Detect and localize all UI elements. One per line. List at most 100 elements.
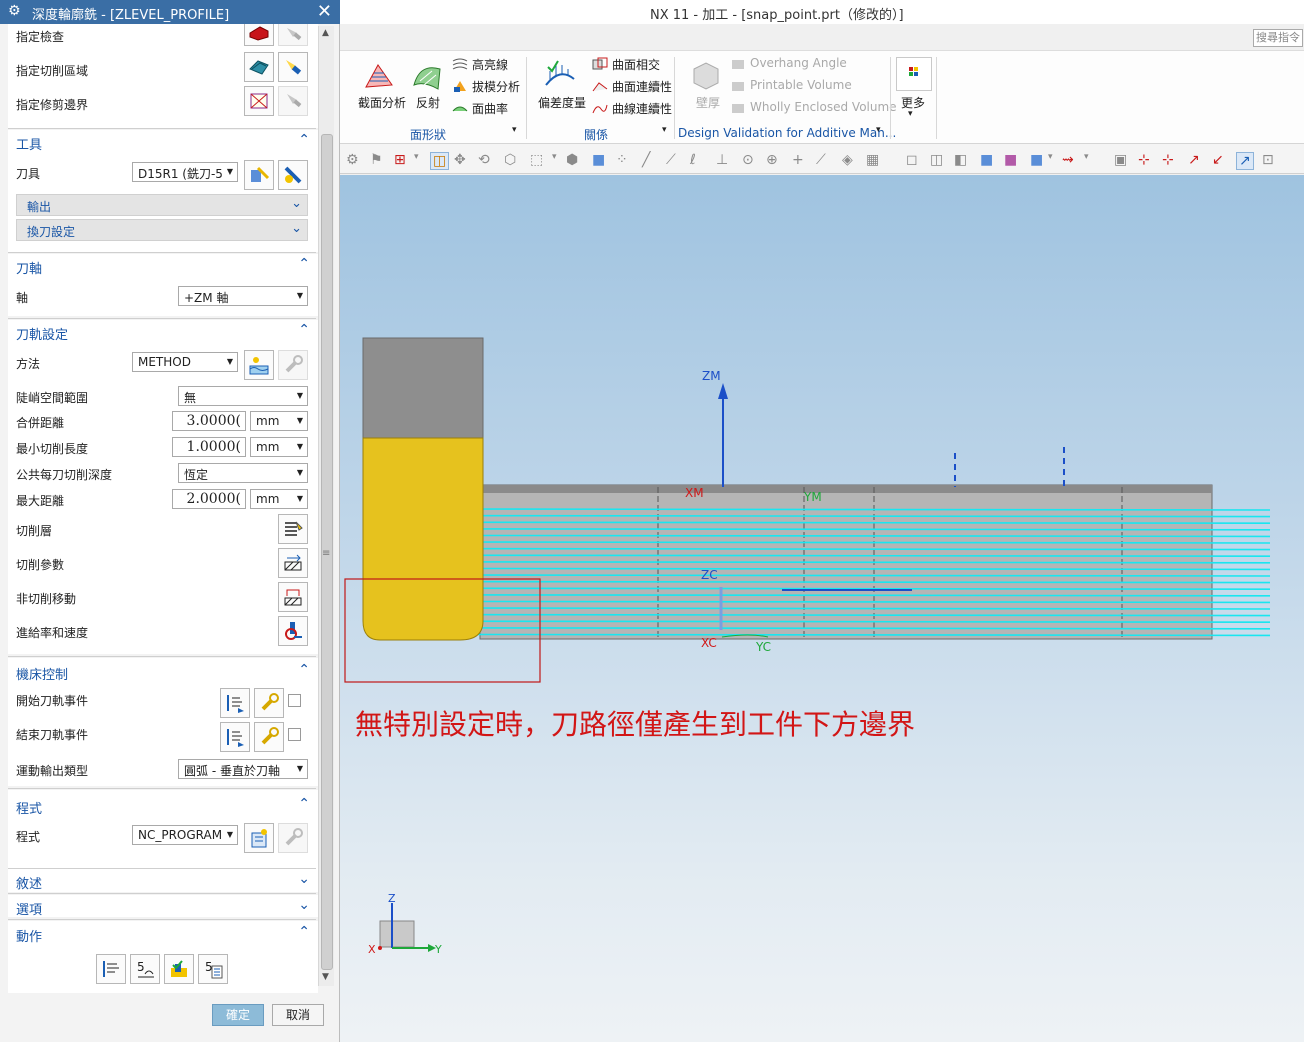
body-icon[interactable]: ■ <box>592 152 605 168</box>
view-front-icon[interactable]: ◻ <box>906 152 918 168</box>
motion-output-select[interactable]: 圓弧 - 垂直於刀軸 ▼ <box>178 759 308 779</box>
program-section-header[interactable]: 程式 ⌃ <box>8 795 316 817</box>
steep-range-select[interactable]: 無 ▼ <box>178 386 308 406</box>
method-select[interactable]: METHOD ▼ <box>132 352 238 372</box>
edit-method-button[interactable] <box>244 350 274 380</box>
tool-select[interactable]: D15R1 (銑刀-5 ▼ <box>132 162 238 182</box>
enclosed-volume-button[interactable]: Wholly Enclosed Volume <box>750 100 897 114</box>
reflection-button[interactable]: 反射 <box>416 94 440 111</box>
options-header[interactable]: 選項 ⌄ <box>8 896 316 918</box>
more-dropdown-icon[interactable]: ▾ <box>908 109 913 119</box>
rotate-icon[interactable]: ⟲ <box>478 152 490 168</box>
merge-unit-select[interactable]: mm ▼ <box>250 411 308 431</box>
description-header[interactable]: 敘述 ⌄ <box>8 870 316 892</box>
tool-change-subsection[interactable]: 換刀設定 ⌄ <box>16 219 308 241</box>
cut-depth-select[interactable]: 恆定 ▼ <box>178 463 308 483</box>
section-analysis-button[interactable]: 截面分析 <box>358 94 406 111</box>
filter-icon[interactable]: ⚑ <box>370 152 383 168</box>
printable-volume-button[interactable]: Printable Volume <box>750 78 852 92</box>
surface-intersection-button[interactable]: 曲面相交 <box>612 56 660 73</box>
grid-icon[interactable]: ▦ <box>866 152 879 168</box>
end-event-copy-button[interactable] <box>220 722 250 752</box>
end-event-checkbox[interactable] <box>288 728 301 741</box>
check-display-button[interactable] <box>278 24 308 46</box>
render-style-icon[interactable]: ■ <box>1030 152 1043 168</box>
points-icon[interactable]: ⁘ <box>616 152 628 168</box>
cut-area-display-button[interactable] <box>278 52 308 82</box>
start-event-edit-button[interactable] <box>254 688 284 718</box>
quadrant-icon[interactable]: ⊕ <box>766 152 778 168</box>
verify-button[interactable] <box>164 954 194 984</box>
more-button[interactable] <box>896 57 932 91</box>
scroll-down-icon[interactable]: ▼ <box>322 972 329 982</box>
dropdown-arrow-icon[interactable]: ▾ <box>414 152 419 162</box>
shaded-icon[interactable]: ■ <box>980 152 993 168</box>
end-event-edit-button[interactable] <box>254 722 284 752</box>
edit-tool-button[interactable] <box>244 160 274 190</box>
non-cut-moves-button[interactable] <box>278 582 308 612</box>
group-expand-icon[interactable]: ▾ <box>662 125 667 135</box>
layer-icon[interactable]: ▣ <box>1114 152 1127 168</box>
specify-trim-boundary-button[interactable] <box>244 86 274 116</box>
program-select[interactable]: NC_PROGRAM ▼ <box>132 825 238 845</box>
list-button[interactable]: 5 <box>198 954 228 984</box>
new-tool-button[interactable] <box>278 160 308 190</box>
draft-analysis-button[interactable]: 拔模分析 <box>472 78 520 95</box>
display-wcs-icon[interactable]: ↗ <box>1236 152 1254 170</box>
snap-icon[interactable]: ⚙ <box>346 152 359 168</box>
group-expand-icon[interactable]: ▾ <box>876 125 881 135</box>
orient-icon[interactable]: ⇝ <box>1062 152 1074 168</box>
specify-cut-area-button[interactable] <box>244 52 274 82</box>
curve-icon[interactable]: ℓ <box>690 152 696 168</box>
min-cut-unit-select[interactable]: mm ▼ <box>250 437 308 457</box>
box-select-icon[interactable]: ⬚ <box>530 152 543 168</box>
tool-section-header[interactable]: 工具 ⌃ <box>8 131 316 153</box>
command-search-input[interactable]: 搜尋指令 <box>1253 29 1303 47</box>
circle-center-icon[interactable]: ⊙ <box>742 152 754 168</box>
face-icon[interactable]: ◈ <box>842 152 853 168</box>
path-settings-header[interactable]: 刀軌設定 ⌃ <box>8 321 316 343</box>
group-expand-icon[interactable]: ▾ <box>512 125 517 135</box>
tool-body[interactable] <box>362 437 484 641</box>
surface-continuity-button[interactable]: 曲面連續性 <box>612 78 672 95</box>
hexagon-icon[interactable]: ⬡ <box>504 152 516 168</box>
axis-icon[interactable]: ⊥ <box>716 152 728 168</box>
replay-button[interactable]: 5 <box>130 954 160 984</box>
dropdown-arrow-icon[interactable]: ▾ <box>1048 152 1053 162</box>
thickness-button[interactable]: 壁厚 <box>696 94 720 111</box>
tool-holder[interactable] <box>362 337 484 439</box>
overhang-angle-button[interactable]: Overhang Angle <box>750 56 847 70</box>
edit-program-button[interactable] <box>244 823 274 853</box>
deviation-gauge-button[interactable]: 偏差度量 <box>538 94 586 111</box>
edge-icon[interactable]: ⟋ <box>666 152 676 168</box>
dropdown-arrow-icon[interactable]: ▾ <box>552 152 557 162</box>
start-event-copy-button[interactable] <box>220 688 250 718</box>
cube-select-icon[interactable]: ◫ <box>430 152 450 170</box>
csys-icon[interactable]: ⊹ <box>1162 152 1174 168</box>
merge-distance-input[interactable]: 3.0000( <box>172 411 246 431</box>
axis-section-header[interactable]: 刀軸 ⌃ <box>8 255 316 277</box>
start-event-checkbox[interactable] <box>288 694 301 707</box>
save-wcs-icon[interactable]: ⊡ <box>1262 152 1274 168</box>
crosshair-icon[interactable]: ⊞ <box>394 152 406 168</box>
min-cut-length-input[interactable]: 1.0000( <box>172 437 246 457</box>
line-icon[interactable]: ╱ <box>642 152 650 168</box>
move-icon[interactable]: ✥ <box>454 152 466 168</box>
shaded-edges-icon[interactable]: ■ <box>1004 152 1017 168</box>
orient-wcs-icon[interactable]: ↗ <box>1188 152 1200 168</box>
actions-header[interactable]: 動作 ⌃ <box>8 923 316 945</box>
specify-check-button[interactable] <box>244 24 274 46</box>
feeds-speeds-button[interactable] <box>278 616 308 646</box>
ok-button[interactable]: 確定 <box>212 1004 264 1026</box>
dialog-scrollbar[interactable]: ▲ ≡ ▼ <box>318 26 334 986</box>
trim-display-button[interactable] <box>278 86 308 116</box>
max-distance-unit-select[interactable]: mm ▼ <box>250 489 308 509</box>
highlight-lines-button[interactable]: 高亮線 <box>472 56 508 73</box>
view-right-icon[interactable]: ◧ <box>954 152 967 168</box>
graphics-viewport[interactable]: ZM XM YM ZC XC YC Z X Y 無特別設定時，刀路徑僅產生到工件… <box>340 175 1304 1042</box>
surface-curvature-button[interactable]: 面曲率 <box>472 100 508 117</box>
model-scene[interactable]: ZM XM YM ZC XC YC Z X Y <box>340 175 1304 1042</box>
new-method-button[interactable] <box>278 350 308 380</box>
max-distance-input[interactable]: 2.0000( <box>172 489 246 509</box>
wcs-icon[interactable]: ⊹ <box>1138 152 1150 168</box>
